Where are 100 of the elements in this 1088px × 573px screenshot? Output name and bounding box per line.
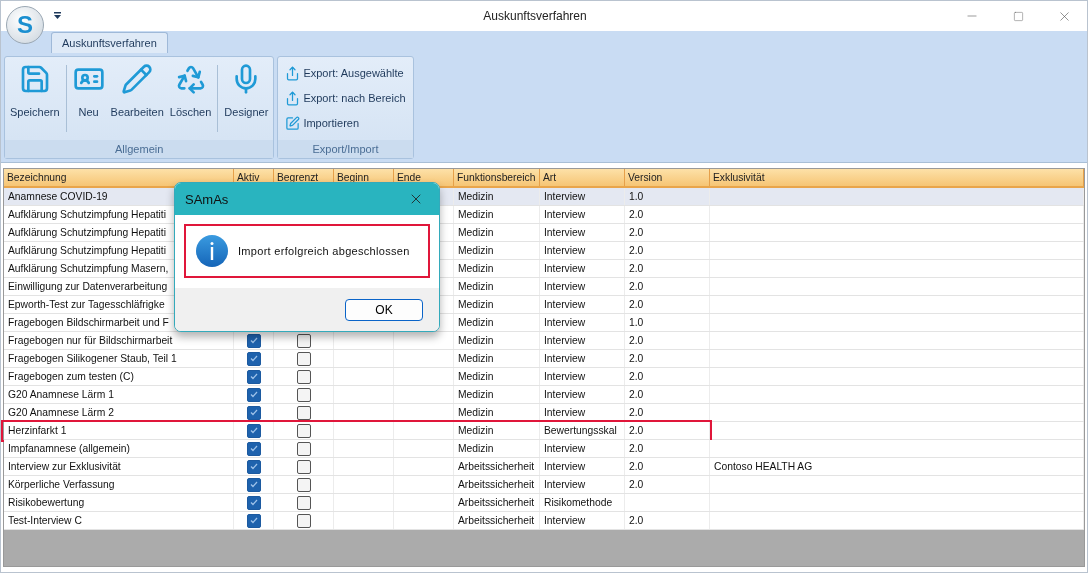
checkbox[interactable] [246, 333, 261, 348]
table-cell: Fragebogen Bildschirmarbeit und F [8, 317, 169, 328]
table-cell: 2.0 [629, 371, 644, 382]
table-cell: 1.0 [629, 317, 644, 328]
table-cell: Interview zur Exklusivität [8, 461, 121, 472]
table-cell: Interview [544, 299, 586, 310]
checkbox[interactable] [246, 495, 261, 510]
checkbox[interactable] [296, 459, 311, 474]
table-cell: Medizin [458, 335, 494, 346]
checkbox[interactable] [296, 333, 311, 348]
checkbox[interactable] [246, 459, 261, 474]
ribbon-button[interactable]: Bearbeiten [108, 61, 166, 121]
group-label: Allgemein [5, 140, 274, 158]
ribbon-button[interactable]: Neu [70, 61, 107, 121]
checkbox[interactable] [296, 495, 311, 510]
checkbox[interactable] [296, 369, 311, 384]
checkbox[interactable] [296, 351, 311, 366]
table-cell: 2.0 [629, 407, 644, 418]
table-cell: Interview [544, 479, 586, 490]
table-cell: Medizin [458, 281, 494, 292]
window-title: Auskunftsverfahren [483, 9, 587, 23]
table-row[interactable]: Körperliche Verfassung Arbeitssicherheit Interview 2.0 [4, 476, 1084, 494]
table-row[interactable]: Fragebogen nur für Bildschirmarbeit Medizin Interview 2.0 [4, 332, 1084, 350]
checkbox[interactable] [296, 387, 311, 402]
checkmark-icon [249, 499, 258, 506]
table-cell: Medizin [458, 227, 494, 238]
table-cell: 2.0 [629, 353, 644, 364]
checkbox[interactable] [296, 441, 311, 456]
column-header[interactable]: Exklusivität [710, 169, 1084, 186]
ribbon-button[interactable]: Importieren [285, 113, 406, 133]
table-row[interactable]: Interview zur Exklusivität Arbeitssicherheit Interview 2.0 Contoso HEALTH AG [4, 458, 1084, 476]
table-row[interactable]: Herzinfarkt 1 Medizin Bewertungsskal 2.0 [4, 422, 1084, 440]
table-row[interactable]: Fragebogen Silikogener Staub, Teil 1 Medizin Interview 2.0 [4, 350, 1084, 368]
checkmark-icon [249, 373, 258, 380]
table-cell: G20 Anamnese Lärm 1 [8, 389, 114, 400]
table-cell: Anamnese COVID-19 [8, 191, 108, 202]
table-cell: 2.0 [629, 209, 644, 220]
table-cell: 2.0 [629, 263, 644, 274]
table-row[interactable]: Impfanamnese (allgemein) Medizin Interview 2.0 [4, 440, 1084, 458]
table-cell: 1.0 [629, 191, 644, 202]
checkbox[interactable] [246, 477, 261, 492]
table-cell: Medizin [458, 371, 494, 382]
table-cell: Einwilligung zur Datenverarbeitung [8, 281, 168, 292]
checkbox[interactable] [246, 387, 261, 402]
table-cell: Interview [544, 191, 586, 202]
table-cell: 2.0 [629, 443, 644, 454]
quick-access-icon[interactable] [54, 12, 61, 20]
table-cell: Interview [544, 353, 586, 364]
table-cell: Interview [544, 515, 586, 526]
checkbox[interactable] [296, 477, 311, 492]
table-cell: Aufklärung Schutzimpfung Hepatiti [8, 245, 166, 256]
table-cell: 2.0 [629, 281, 644, 292]
table-cell: 2.0 [629, 389, 644, 400]
table-cell: Medizin [458, 209, 494, 220]
checkmark-icon [249, 409, 258, 416]
table-cell: Arbeitssicherheit [458, 497, 535, 508]
table-cell: Fragebogen Silikogener Staub, Teil 1 [8, 353, 177, 364]
table-cell: Interview [544, 389, 586, 400]
table-cell: Interview [544, 281, 586, 292]
group-label: Export/Import [278, 140, 413, 158]
table-cell: Interview [544, 263, 586, 274]
checkmark-icon [249, 355, 258, 362]
table-cell: Medizin [458, 353, 494, 364]
checkbox[interactable] [246, 369, 261, 384]
table-cell: Test-Interview C [8, 515, 82, 526]
checkbox[interactable] [246, 351, 261, 366]
column-header[interactable]: Art [540, 169, 625, 186]
ribbon-button[interactable]: Export: nach Bereich [285, 88, 406, 108]
ribbon-button[interactable]: Speichern [8, 61, 62, 121]
ribbon-button[interactable]: Löschen [167, 61, 214, 121]
table-cell: 2.0 [629, 245, 644, 256]
table-cell: Epworth-Test zur Tagesschläfrigke [8, 299, 165, 310]
checkbox[interactable] [246, 441, 261, 456]
checkmark-icon [249, 427, 258, 434]
column-header[interactable]: Version [625, 169, 710, 186]
table-cell: Bewertungsskal [544, 425, 617, 436]
checkmark-icon [249, 391, 258, 398]
ribbon-tab[interactable]: Auskunftsverfahren [51, 32, 168, 53]
table-cell: Fragebogen nur für Bildschirmarbeit [8, 335, 173, 346]
table-cell: Herzinfarkt 1 [8, 425, 67, 436]
ok-button[interactable]: OK [345, 298, 423, 321]
checkbox[interactable] [296, 423, 311, 438]
table-row[interactable]: G20 Anamnese Lärm 2 Medizin Interview 2.0 [4, 404, 1084, 422]
table-cell: Medizin [458, 389, 494, 400]
pencil-icon [121, 63, 154, 95]
table-row[interactable]: G20 Anamnese Lärm 1 Medizin Interview 2.0 [4, 386, 1084, 404]
table-cell: Medizin [458, 425, 494, 436]
table-row[interactable]: Risikobewertung Arbeitssicherheit Risikomethode [4, 494, 1084, 512]
ribbon-button[interactable]: Designer [222, 61, 271, 121]
table-row[interactable]: Fragebogen zum testen (C) Medizin Interview 2.0 [4, 368, 1084, 386]
checkmark-icon [249, 517, 258, 524]
table-row[interactable]: Test-Interview C Arbeitssicherheit Interview 2.0 [4, 512, 1084, 530]
checkbox[interactable] [246, 513, 261, 528]
checkbox[interactable] [296, 405, 311, 420]
checkbox[interactable] [246, 423, 261, 438]
table-cell: Aufklärung Schutzimpfung Hepatiti [8, 227, 166, 238]
checkbox[interactable] [296, 513, 311, 528]
column-header[interactable]: Funktionsbereich [454, 169, 540, 186]
ribbon-button[interactable]: Export: Ausgewählte [285, 63, 406, 83]
checkbox[interactable] [246, 405, 261, 420]
